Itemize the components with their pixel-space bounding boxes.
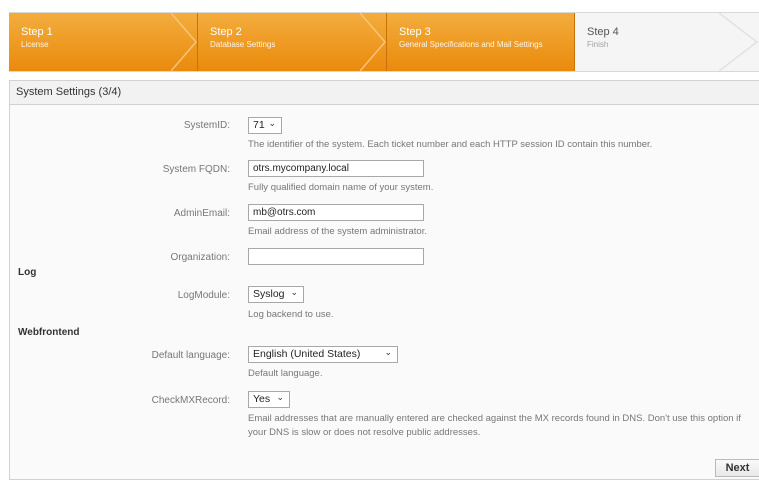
fqdn-hint: Fully qualified domain name of your syst… [248, 182, 434, 193]
admin-email-hint: Email address of the system administrato… [248, 226, 427, 237]
panel-title: System Settings (3/4) [10, 81, 759, 105]
chevron-down-icon: ⌄ [276, 392, 284, 402]
webfrontend-section-heading: Webfrontend [18, 327, 80, 338]
admin-email-input[interactable] [248, 204, 424, 221]
organization-input[interactable] [248, 248, 424, 265]
system-id-value: 71 [253, 119, 265, 131]
chevron-down-icon: ⌄ [268, 118, 276, 128]
check-mx-label: CheckMXRecord: [151, 395, 230, 406]
check-mx-select[interactable]: Yes ⌄ [248, 391, 290, 408]
chevron-down-icon: ⌄ [384, 347, 392, 357]
step-chevron-icon [171, 13, 197, 71]
log-section-heading: Log [18, 267, 37, 278]
organization-label: Organization: [170, 252, 230, 263]
step-2: Step 2 Database Settings [198, 13, 387, 71]
default-language-hint: Default language. [248, 368, 323, 379]
step-1: Step 1 License [9, 13, 198, 71]
default-language-value: English (United States) [253, 348, 361, 360]
check-mx-hint-line-1: Email addresses that are manually entere… [248, 413, 741, 424]
system-id-hint: The identifier of the system. Each ticke… [248, 139, 653, 150]
log-module-select[interactable]: Syslog ⌄ [248, 286, 304, 303]
default-language-select[interactable]: English (United States) ⌄ [248, 346, 398, 363]
system-id-select[interactable]: 71 ⌄ [248, 117, 282, 134]
admin-email-label: AdminEmail: [173, 208, 230, 219]
log-module-label: LogModule: [177, 290, 230, 301]
fqdn-input[interactable] [248, 160, 424, 177]
wizard-steps: Step 1 License Step 2 Database Settings … [9, 12, 759, 72]
step-3-subtitle: General Specifications and Mail Settings [399, 40, 543, 49]
check-mx-value: Yes [253, 393, 271, 405]
step-3-title: Step 3 [399, 26, 431, 38]
step-chevron-icon [360, 13, 386, 71]
log-module-hint: Log backend to use. [248, 309, 334, 320]
next-button[interactable]: Next [715, 459, 759, 477]
check-mx-hint-line-2: your DNS is slow or does not resolve pub… [248, 427, 481, 438]
log-module-value: Syslog [253, 288, 285, 300]
system-id-label: SystemID: [183, 120, 230, 131]
fqdn-label: System FQDN: [162, 164, 230, 175]
step-chevron-icon [719, 13, 759, 71]
step-4: Step 4 Finish [575, 13, 759, 71]
chevron-down-icon: ⌄ [290, 287, 298, 297]
step-3: Step 3 General Specifications and Mail S… [387, 13, 575, 71]
default-language-label: Default language: [151, 350, 230, 361]
